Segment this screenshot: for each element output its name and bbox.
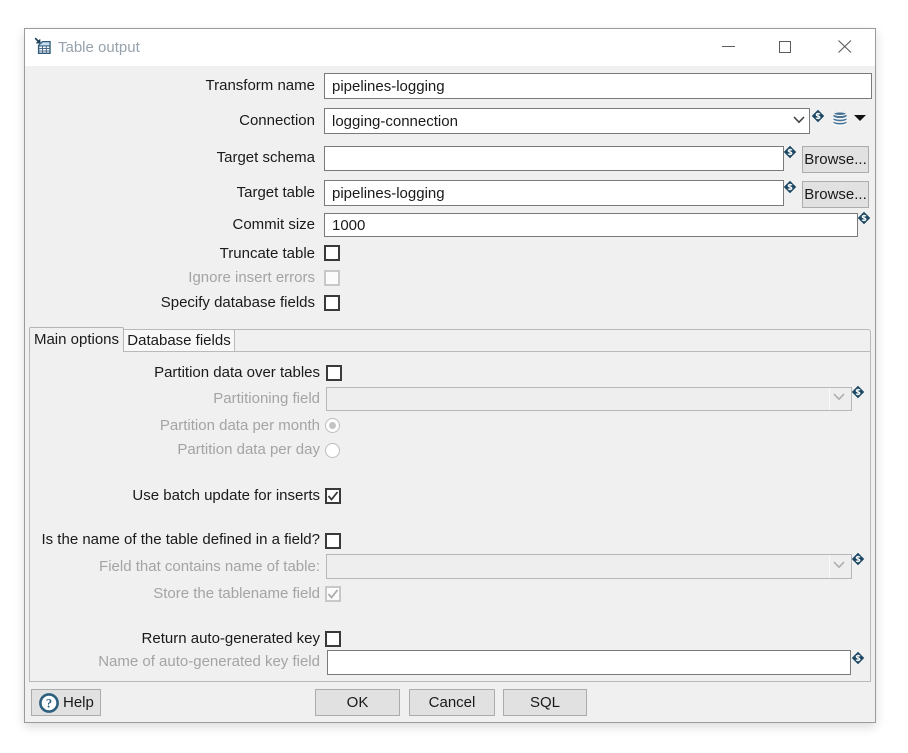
svg-text:?: ? <box>46 697 52 711</box>
